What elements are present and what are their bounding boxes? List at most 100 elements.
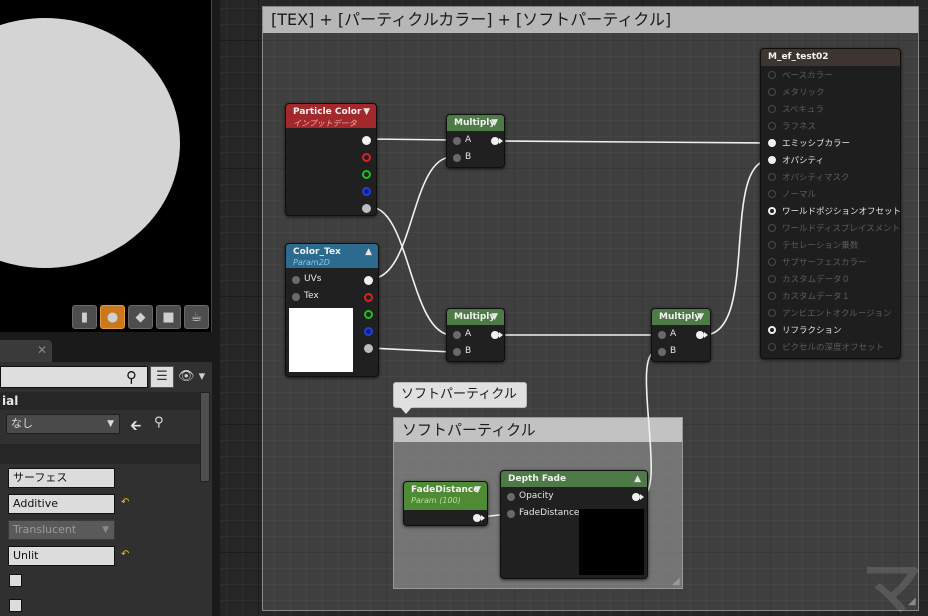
preview-viewport[interactable]: ▮ ● ◆ ■ ☕ <box>0 0 212 332</box>
material-input-pin[interactable] <box>768 88 776 96</box>
soft-particle-comment-title[interactable]: ソフトパーティクル <box>394 418 682 442</box>
material-pin-label: エミッシブカラー <box>782 139 851 149</box>
material-input-pin[interactable] <box>768 292 776 300</box>
tab-details[interactable]: ✕ <box>0 340 52 362</box>
node-multiply-mid[interactable]: Multiply ▼ A B <box>446 308 505 362</box>
collapse-arrow-icon[interactable]: ▲ <box>365 247 372 257</box>
material-input-pin[interactable] <box>768 309 776 317</box>
node-depth-fade[interactable]: Depth Fade ▲ Opacity FadeDistance <box>500 470 648 579</box>
output-pin-a[interactable] <box>362 204 371 213</box>
reset-to-default-icon[interactable]: ↶ <box>121 497 129 508</box>
material-input-pin[interactable] <box>768 275 776 283</box>
comment-bubble-tail <box>400 407 412 414</box>
collapse-arrow-icon[interactable]: ▲ <box>634 471 641 487</box>
output-pin[interactable] <box>491 137 499 145</box>
output-arrow-icon <box>481 515 485 521</box>
node-fade-distance[interactable]: FadeDistance Param (100) ▼ <box>403 481 488 526</box>
output-pin-rgb[interactable] <box>362 136 371 145</box>
input-pin-a[interactable] <box>453 137 461 145</box>
node-material-result[interactable]: M_ef_test02 ベースカラー メタリック スペキュラ ラフネス エミッシブカラー… <box>760 48 901 359</box>
material-input-pin[interactable] <box>768 326 776 334</box>
material-input-pin[interactable] <box>768 105 776 113</box>
output-pin[interactable] <box>696 331 704 339</box>
collapse-arrow-icon[interactable]: ▼ <box>491 309 498 325</box>
output-pin-b[interactable] <box>362 187 371 196</box>
output-pin-b[interactable] <box>364 327 373 336</box>
resize-grip-icon[interactable]: ◢ <box>672 576 680 587</box>
output-pin[interactable] <box>632 493 640 501</box>
output-pin-rgb[interactable] <box>364 276 373 285</box>
node-header[interactable]: M_ef_test02 <box>761 49 900 66</box>
input-pin-a[interactable] <box>453 331 461 339</box>
material-input-pin[interactable] <box>768 343 776 351</box>
collapse-arrow-icon[interactable]: ▼ <box>363 107 370 117</box>
output-pin[interactable] <box>491 331 499 339</box>
material-input-pin[interactable] <box>768 241 776 249</box>
input-pin-tex[interactable] <box>292 293 300 301</box>
node-multiply-right[interactable]: Multiply ▼ A B <box>651 308 711 362</box>
node-title: Multiply <box>659 312 701 322</box>
material-input-pin[interactable] <box>768 122 776 130</box>
material-pin-label: ワールドディスプレイスメント <box>782 224 901 234</box>
output-pin-g[interactable] <box>364 310 373 319</box>
input-pin-b[interactable] <box>453 154 461 162</box>
shading-model-dropdown[interactable]: Unlit ▼ <box>8 546 115 566</box>
node-multiply-top[interactable]: Multiply ▼ A B <box>446 114 505 168</box>
plane-icon[interactable]: ◆ <box>128 305 153 329</box>
material-input-pin[interactable] <box>768 173 776 181</box>
node-title: Multiply <box>454 312 496 322</box>
search-icon: ⚲ <box>126 368 137 386</box>
output-pin[interactable] <box>473 514 481 522</box>
node-header[interactable]: Multiply ▼ <box>447 309 504 325</box>
output-pin-r[interactable] <box>364 293 373 302</box>
input-pin-fade-distance[interactable] <box>507 510 515 518</box>
node-header[interactable]: Depth Fade ▲ <box>501 471 647 487</box>
input-pin-opacity[interactable] <box>507 493 515 501</box>
blend-mode-dropdown[interactable]: Additive ▼ <box>8 494 115 514</box>
property-checkbox[interactable] <box>9 599 22 612</box>
input-pin-a[interactable] <box>658 331 666 339</box>
reset-to-default-icon[interactable]: ↶ <box>121 549 129 560</box>
node-header[interactable]: FadeDistance Param (100) ▼ <box>404 482 487 510</box>
input-pin-b[interactable] <box>453 348 461 356</box>
material-domain-dropdown[interactable]: サーフェス ▼ <box>8 468 115 488</box>
input-pin-uvs[interactable] <box>292 276 300 284</box>
collapse-arrow-icon[interactable]: ▼ <box>697 309 704 325</box>
node-header[interactable]: Color_Tex Param2D ▲ <box>286 244 378 268</box>
node-header[interactable]: Multiply ▼ <box>652 309 710 325</box>
material-input-pin[interactable] <box>768 71 776 79</box>
details-scrollbar[interactable] <box>200 392 210 482</box>
node-color-tex[interactable]: Color_Tex Param2D ▲ UVs Tex <box>285 243 379 377</box>
material-input-pin[interactable] <box>768 258 776 266</box>
main-comment-title[interactable]: [TEX] + [パーティクルカラー] + [ソフトパーティクル] <box>263 7 918 33</box>
output-pin-r[interactable] <box>362 153 371 162</box>
find-icon[interactable]: ⚲ <box>154 415 164 430</box>
cube-icon[interactable]: ■ <box>156 305 181 329</box>
details-panel: ⚲ ☰ 👁 ▾ ial なし ▼ 🡰 ⚲ サーフェス ▼ Additive ▼ … <box>0 362 212 616</box>
sphere-icon[interactable]: ● <box>100 305 125 329</box>
node-particle-color[interactable]: Particle Color インプットデータ ▼ <box>285 103 377 216</box>
pin-label-b: B <box>465 346 472 356</box>
list-view-icon[interactable]: ☰ <box>150 366 174 388</box>
comment-bubble[interactable]: ソフトパーティクル <box>393 382 527 408</box>
material-input-pin[interactable] <box>768 224 776 232</box>
property-checkbox[interactable] <box>9 574 22 587</box>
eye-icon[interactable]: 👁 ▾ <box>178 369 205 384</box>
translucency-value: Translucent <box>13 523 77 536</box>
back-arrow-icon[interactable]: 🡰 <box>130 415 141 439</box>
material-input-pin[interactable] <box>768 139 776 147</box>
collapse-arrow-icon[interactable]: ▼ <box>491 115 498 131</box>
node-header[interactable]: Multiply ▼ <box>447 115 504 131</box>
teapot-icon[interactable]: ☕ <box>184 305 209 329</box>
output-pin-a[interactable] <box>364 344 373 353</box>
output-pin-g[interactable] <box>362 170 371 179</box>
collapse-arrow-icon[interactable]: ▼ <box>474 485 481 495</box>
node-header[interactable]: Particle Color インプットデータ ▼ <box>286 104 376 128</box>
material-input-pin[interactable] <box>768 207 776 215</box>
close-icon[interactable]: ✕ <box>37 343 47 357</box>
cylinder-icon[interactable]: ▮ <box>72 305 97 329</box>
input-pin-b[interactable] <box>658 348 666 356</box>
material-input-pin[interactable] <box>768 156 776 164</box>
material-input-pin[interactable] <box>768 190 776 198</box>
parent-combo[interactable]: なし ▼ <box>6 414 120 434</box>
